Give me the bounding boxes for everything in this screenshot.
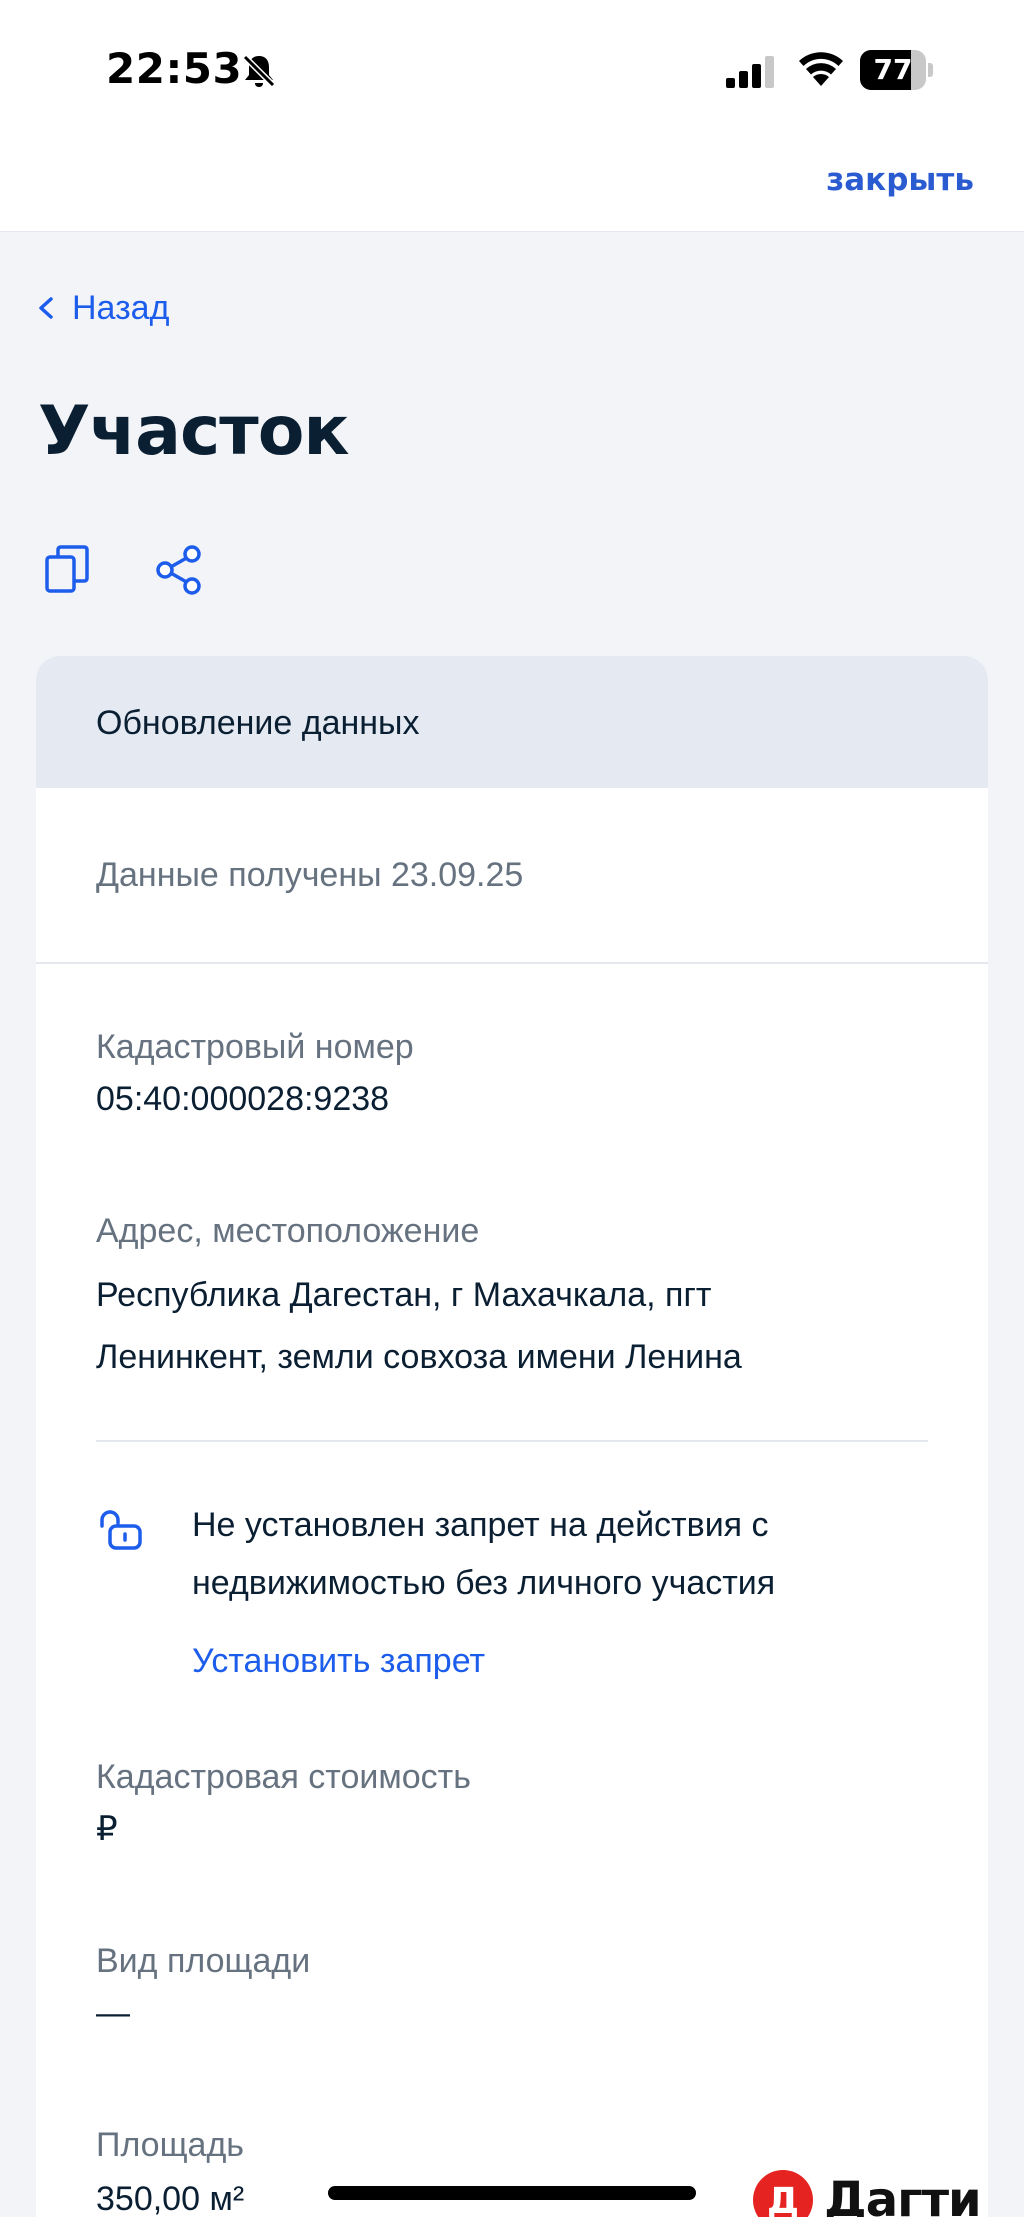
cadastral-cost-label: Кадастровая стоимость xyxy=(96,1758,471,1796)
home-indicator[interactable] xyxy=(328,2186,696,2200)
copy-icon[interactable] xyxy=(44,544,90,594)
signal-icon xyxy=(726,56,774,88)
watermark-text: Дагти xyxy=(824,2172,982,2217)
divider xyxy=(96,1440,928,1442)
address-line-2: Ленинкент, земли совхоза имени Ленина xyxy=(96,1338,742,1376)
card-header-title: Обновление данных xyxy=(96,704,420,742)
area-label: Площадь xyxy=(96,2126,245,2164)
cadastral-number-value: 05:40:000028:9238 xyxy=(96,1080,390,1118)
address-line-1: Республика Дагестан, г Махачкала, пгт xyxy=(96,1276,712,1314)
back-button[interactable]: Назад xyxy=(36,286,169,330)
page-title: Участок xyxy=(38,392,350,471)
ban-notice-line-2: недвижимостью без личного участия xyxy=(192,1564,776,1602)
address-label: Адрес, местоположение xyxy=(96,1212,480,1250)
dagti-logo-icon: Д xyxy=(753,2170,813,2217)
ban-notice-line-1: Не установлен запрет на действия с xyxy=(192,1506,769,1544)
top-bar: закрыть xyxy=(0,140,1024,232)
bell-off-icon xyxy=(242,54,276,88)
area-type-label: Вид площади xyxy=(96,1942,311,1980)
back-label: Назад xyxy=(72,288,170,327)
area-value: 350,00 м² xyxy=(96,2180,245,2217)
card-header: Обновление данных xyxy=(36,656,988,788)
battery-indicator: 77 xyxy=(860,50,933,90)
battery-level: 77 xyxy=(873,53,913,86)
status-time: 22:53 xyxy=(106,44,243,93)
watermark: Д Дагти xyxy=(752,2164,982,2217)
svg-text:Д: Д xyxy=(767,2181,799,2217)
chevron-left-icon xyxy=(39,297,53,319)
set-ban-link[interactable]: Установить запрет xyxy=(192,1642,485,1681)
cadastral-cost-value: ₽ xyxy=(96,1810,118,1848)
wifi-icon xyxy=(799,52,843,86)
lock-open-icon xyxy=(100,1510,142,1550)
ban-notice: Не установлен запрет на действия с недви… xyxy=(192,1496,932,1612)
divider xyxy=(36,962,988,964)
close-button[interactable]: закрыть xyxy=(826,162,974,198)
page: 22:53 77 закрыть Назад Участок Обновлени… xyxy=(0,0,1024,2217)
status-bar: 22:53 77 xyxy=(0,0,1024,140)
data-received-date: Данные получены 23.09.25 xyxy=(96,856,524,894)
area-type-value: — xyxy=(96,1994,130,2032)
share-icon[interactable] xyxy=(154,544,204,596)
property-card: Обновление данных Данные получены 23.09.… xyxy=(36,656,988,2217)
cadastral-number-label: Кадастровый номер xyxy=(96,1028,414,1066)
